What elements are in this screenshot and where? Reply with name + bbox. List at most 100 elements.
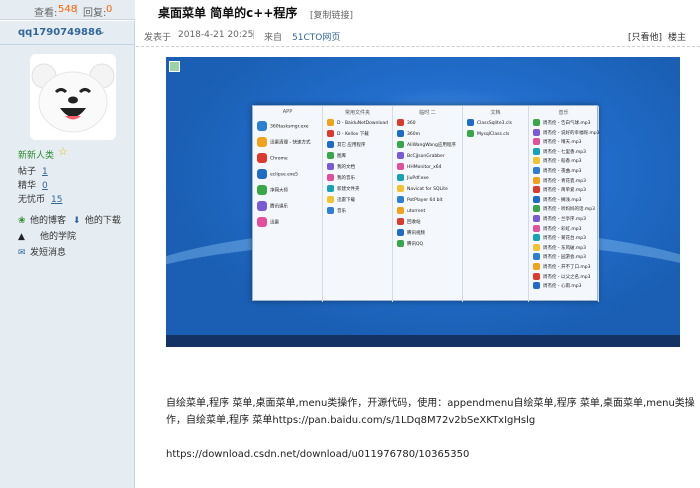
menu-item[interactable]: 新建文件夹: [327, 185, 360, 192]
menu-item[interactable]: 净网大师: [257, 185, 288, 195]
menu-column: 文档 ClassSqlite3.cls MysqlClass.cls: [463, 106, 529, 302]
app-icon: [533, 282, 540, 290]
app-icon: [533, 147, 540, 155]
desktop-shortcut-icon: [169, 61, 180, 72]
app-icon: [397, 218, 404, 225]
menu-item[interactable]: Navicat for SQLite: [397, 185, 448, 192]
menu-item[interactable]: BcCjJsonGrabber: [397, 152, 445, 159]
menu-item[interactable]: 周杰伦 - 七里香.mp3: [533, 147, 587, 155]
menu-item[interactable]: D - Kellov 下载: [327, 130, 369, 137]
menu-item[interactable]: 音乐: [327, 207, 346, 214]
menu-item[interactable]: 周杰伦 - 菊花台.mp3: [533, 234, 586, 242]
menu-item-label: 周杰伦 - 兰亭序.mp3: [543, 217, 587, 222]
menu-item[interactable]: 迅雷下载: [327, 196, 355, 203]
post-meta-row: 发表于 2018-4-21 20:25 | 来自 51CTO网页 [只看他] 楼…: [136, 25, 700, 47]
menu-item[interactable]: 周杰伦 - 搁浅.mp3: [533, 195, 582, 203]
app-icon: [533, 253, 540, 261]
menu-item[interactable]: MysqlClass.cls: [467, 130, 509, 137]
app-icon: [533, 128, 540, 136]
avatar[interactable]: [30, 54, 116, 140]
author-sidebar: qq1790749886 ⌄ 新新人类 ☆ 帖子 1 精华 0 无忧币 15 ❀…: [0, 21, 135, 488]
menu-item[interactable]: 360tasksmgr.exe: [257, 121, 309, 131]
menu-column-header: 常用文件夹: [344, 110, 370, 116]
app-icon: [533, 176, 540, 184]
post-body-line-3[interactable]: https://download.csdn.net/download/u0119…: [166, 446, 469, 463]
menu-item[interactable]: 周杰伦 - 稻香.mp3: [533, 157, 582, 165]
menu-item[interactable]: 周杰伦 - 青花瓷.mp3: [533, 176, 586, 184]
menu-item[interactable]: 腾讯QQ: [397, 240, 423, 247]
menu-item-label: 周杰伦 - 说好的幸福呢.mp3: [543, 130, 600, 136]
menu-item[interactable]: 周杰伦 - 开不了口.mp3: [533, 263, 591, 270]
menu-item[interactable]: Chrome: [257, 153, 288, 163]
downloads-link[interactable]: 他的下载: [85, 216, 121, 226]
menu-item[interactable]: 周杰伦 - 心雨.mp3: [533, 282, 582, 290]
academy-link[interactable]: 他的学院: [40, 232, 76, 242]
stat-essence: 精华 0: [18, 181, 48, 191]
menu-item[interactable]: 周杰伦 - 东风破.mp3: [533, 243, 586, 251]
app-icon: [257, 201, 267, 211]
menu-item[interactable]: PotPlayer 64 bit: [397, 196, 443, 203]
stat-coins-value[interactable]: 15: [51, 195, 62, 205]
menu-item[interactable]: 周杰伦 - 晴天.mp3: [533, 138, 582, 146]
menu-item-label: 腾讯视频: [407, 231, 425, 236]
menu-item-label: 周杰伦 - 七里香.mp3: [543, 149, 587, 155]
menu-item[interactable]: 回收站: [397, 218, 421, 225]
post-image[interactable]: APP 360tasksmgr.exe 迅雷清理 - 快速方式 Chrome eclip…: [166, 57, 680, 347]
menu-item[interactable]: 周杰伦 - 简单爱.mp3: [533, 186, 586, 194]
chevron-down-icon[interactable]: ⌄: [98, 27, 106, 37]
menu-item[interactable]: 图库: [327, 152, 346, 159]
app-icon: [257, 169, 267, 179]
author-links-row-3: ✉ 发短消息: [18, 245, 66, 258]
app-icon: [257, 217, 267, 227]
menu-item[interactable]: 周杰伦 - 听妈妈的话.mp3: [533, 205, 595, 213]
app-icon: [397, 174, 404, 181]
menu-item[interactable]: AliWangWang应用程序: [397, 141, 456, 148]
app-icon: [257, 121, 267, 131]
menu-item[interactable]: 其它 应用程序: [327, 141, 365, 148]
menu-item[interactable]: 360m: [397, 130, 420, 137]
menu-item[interactable]: D - BaiduNetDownload: [327, 119, 388, 126]
message-link[interactable]: 发短消息: [30, 248, 66, 258]
stat-posts-value[interactable]: 1: [42, 167, 48, 177]
menu-item[interactable]: 周杰伦 - 说好的幸福呢.mp3: [533, 128, 600, 136]
stat-essence-value[interactable]: 0: [42, 181, 48, 191]
menu-item[interactable]: 周杰伦 - 彩虹.mp3: [533, 224, 582, 232]
menu-item[interactable]: 周杰伦 - 夜曲.mp3: [533, 167, 582, 174]
menu-item[interactable]: 我的音乐: [327, 174, 355, 181]
menu-item-label: 音乐: [337, 209, 346, 214]
menu-item-label: HHMonitor_x64: [407, 165, 442, 170]
menu-item[interactable]: 我的文档: [327, 163, 355, 170]
desktop-background: APP 360tasksmgr.exe 迅雷清理 - 快速方式 Chrome eclip…: [166, 57, 680, 347]
menu-item[interactable]: 周杰伦 - 告白气球.mp3: [533, 119, 591, 126]
desktop-menu-window: APP 360tasksmgr.exe 迅雷清理 - 快速方式 Chrome eclip…: [252, 105, 600, 302]
menu-item[interactable]: 迅雷清理 - 快速方式: [257, 137, 310, 147]
replies-label: 回复:: [83, 8, 107, 19]
menu-item[interactable]: JiuPdf.exe: [397, 174, 429, 181]
menu-item[interactable]: 腾讯视频: [397, 229, 425, 236]
menu-item[interactable]: 迅雷: [257, 217, 279, 227]
menu-item[interactable]: HHMonitor_x64: [397, 163, 442, 170]
menu-item-label: 其它 应用程序: [337, 143, 366, 148]
menu-item[interactable]: 周杰伦 - 以父之名.mp3: [533, 272, 591, 280]
blog-link[interactable]: 他的博客: [30, 216, 66, 226]
menu-item[interactable]: eclipse.exe5: [257, 169, 298, 179]
only-author-button[interactable]: [只看他]: [628, 30, 662, 43]
app-icon: [533, 234, 540, 242]
star-icon: ☆: [58, 145, 68, 158]
source-link[interactable]: 51CTO网页: [292, 30, 340, 43]
app-icon: [533, 205, 540, 213]
menu-item[interactable]: ClassSqlite3.cls: [467, 119, 512, 126]
stat-posts: 帖子 1: [18, 167, 48, 177]
menu-item-label: D - Kellov 下载: [337, 132, 369, 137]
menu-item[interactable]: 周杰伦 - 园游会.mp3: [533, 253, 586, 261]
menu-item[interactable]: utorrent: [397, 207, 425, 214]
copy-link-button[interactable]: [复制链接]: [310, 8, 353, 21]
app-icon: [257, 185, 267, 195]
menu-item[interactable]: 腾讯课乐: [257, 201, 288, 211]
menu-item[interactable]: 周杰伦 - 兰亭序.mp3: [533, 215, 586, 222]
app-icon: [533, 224, 540, 232]
menu-item-label: 迅雷清理 - 快速方式: [270, 140, 311, 146]
author-username[interactable]: qq1790749886: [18, 27, 102, 38]
app-icon: [467, 119, 474, 126]
menu-item[interactable]: 360: [397, 119, 416, 126]
